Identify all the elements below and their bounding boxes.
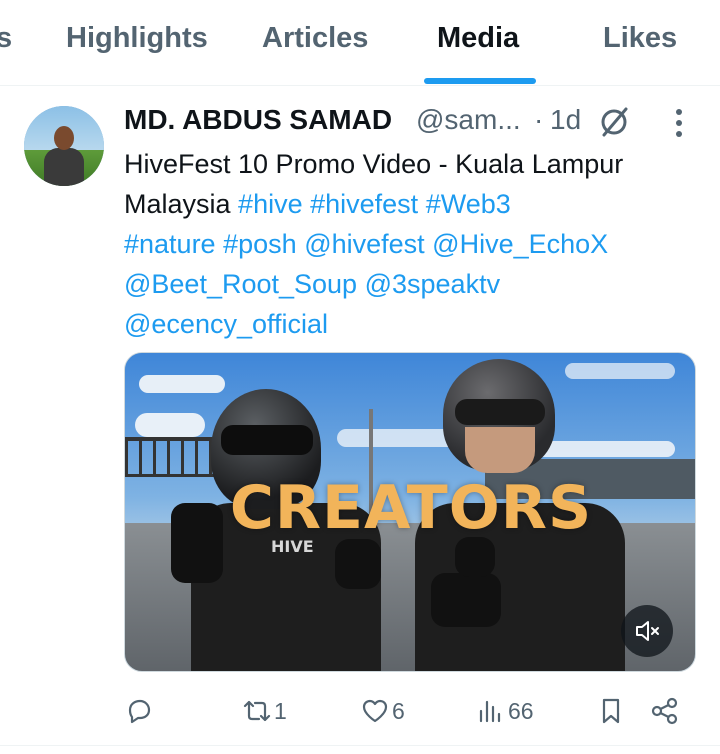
share-button[interactable] xyxy=(650,694,680,728)
repost-button[interactable]: 1 xyxy=(242,694,287,728)
hashtag-link[interactable]: #nature xyxy=(124,229,216,259)
post-actions: 1 6 66 xyxy=(124,688,696,734)
grok-icon[interactable] xyxy=(596,104,632,140)
post-time[interactable]: 1d xyxy=(550,104,581,136)
author-handle[interactable]: @sam... xyxy=(416,104,521,136)
video-overlay-text: CREATORS xyxy=(229,473,593,543)
post-text-line: @Beet_Root_Soup @3speaktv xyxy=(124,264,704,304)
bookmark-button[interactable] xyxy=(596,694,626,728)
hashtag-link[interactable]: #Web3 xyxy=(426,189,511,219)
views-icon xyxy=(479,700,501,723)
hashtag-link[interactable]: #hivefest xyxy=(310,189,418,219)
separator-dot: · xyxy=(534,104,544,135)
post[interactable]: MD. ABDUS SAMAD @sam... · 1d HiveFest 10… xyxy=(0,86,720,746)
avatar[interactable] xyxy=(24,106,104,186)
post-text-segment xyxy=(357,269,365,299)
post-text-line: #nature #posh @hivefest @Hive_EchoX xyxy=(124,224,704,264)
post-text-segment xyxy=(303,189,311,219)
profile-tabs: s Highlights Articles Media Likes xyxy=(0,0,720,86)
reply-button[interactable] xyxy=(124,694,156,728)
post-video[interactable]: HIVE CREATORS xyxy=(124,352,696,672)
mention-link[interactable]: @3speaktv xyxy=(365,269,500,299)
post-text-segment: HiveFest 10 Promo Video - Kuala Lampur xyxy=(124,149,624,179)
like-button[interactable]: 6 xyxy=(360,694,405,728)
views-button[interactable]: 66 xyxy=(476,694,534,728)
view-count: 66 xyxy=(508,697,534,724)
tab-media[interactable]: Media xyxy=(437,22,519,55)
post-text-segment xyxy=(418,189,426,219)
post-text-segment: Malaysia xyxy=(124,189,239,219)
repost-count: 1 xyxy=(274,697,287,724)
mention-link[interactable]: @Beet_Root_Soup xyxy=(124,269,357,299)
tab-highlights[interactable]: Highlights xyxy=(66,22,208,55)
mention-link[interactable]: @hivefest xyxy=(304,229,424,259)
like-count: 6 xyxy=(392,697,405,724)
post-header: MD. ABDUS SAMAD @sam... · 1d xyxy=(124,102,704,142)
active-tab-indicator xyxy=(424,78,536,84)
hashtag-link[interactable]: #hive xyxy=(238,189,303,219)
share-icon xyxy=(651,697,678,725)
volume-muted-icon xyxy=(636,621,659,641)
post-text-segment xyxy=(216,229,224,259)
repost-icon xyxy=(243,700,271,722)
tab-replies-partial[interactable]: s xyxy=(0,22,12,55)
bookmark-icon xyxy=(602,698,620,724)
post-text-line: Malaysia #hive #hivefest #Web3 xyxy=(124,184,704,224)
post-text-line: HiveFest 10 Promo Video - Kuala Lampur xyxy=(124,144,704,184)
author-name[interactable]: MD. ABDUS SAMAD xyxy=(124,104,392,136)
mention-link[interactable]: @ecency_official xyxy=(124,309,328,339)
post-text: HiveFest 10 Promo Video - Kuala Lampur Ma… xyxy=(124,144,704,344)
mention-link[interactable]: @Hive_EchoX xyxy=(432,229,608,259)
post-text-line: @ecency_official xyxy=(124,304,704,344)
tab-articles[interactable]: Articles xyxy=(262,22,368,55)
heart-icon xyxy=(362,699,388,723)
tab-likes[interactable]: Likes xyxy=(603,22,677,55)
reply-icon xyxy=(128,699,151,724)
mute-toggle-button[interactable] xyxy=(621,605,673,657)
hashtag-link[interactable]: #posh xyxy=(223,229,297,259)
more-options-icon[interactable] xyxy=(664,106,694,140)
